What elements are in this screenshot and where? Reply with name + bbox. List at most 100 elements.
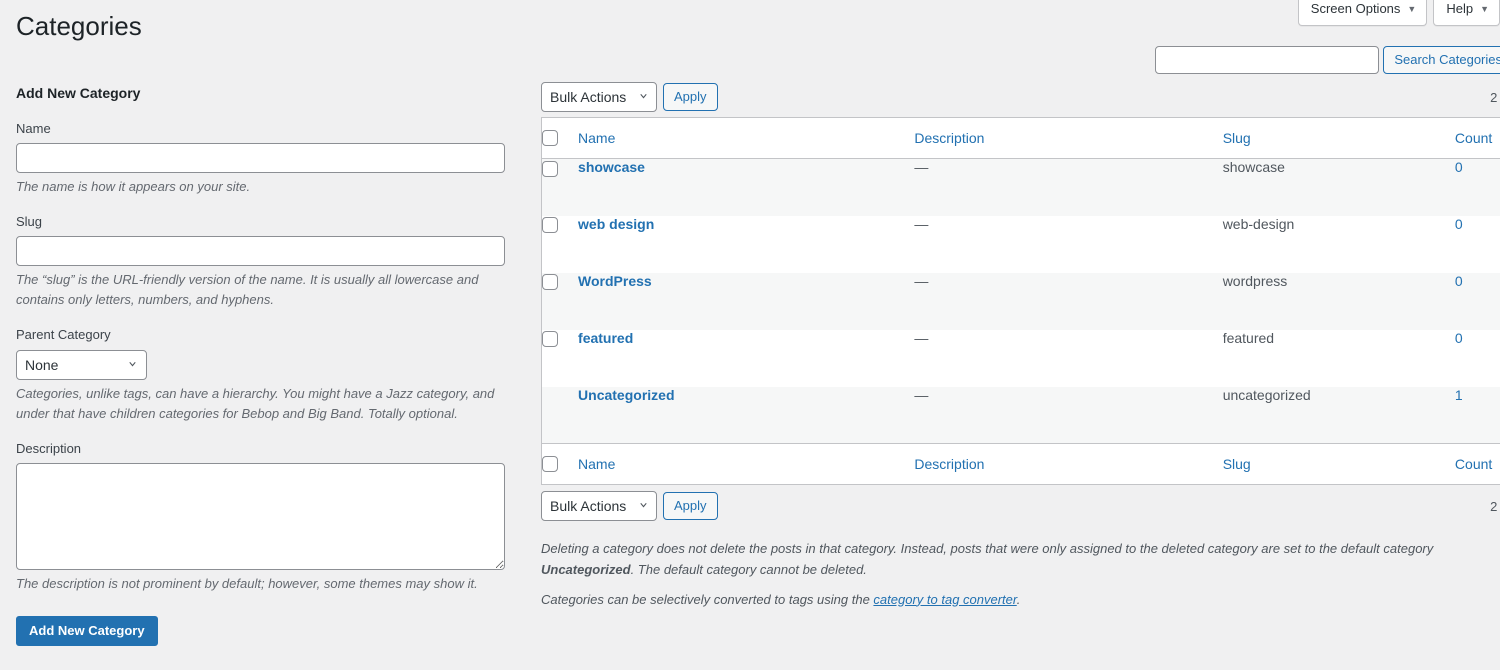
description-value: — <box>914 273 928 289</box>
category-name-link[interactable]: Uncategorized <box>578 387 674 403</box>
description-hint: The description is not prominent by defa… <box>16 574 505 594</box>
parent-category-select-wrap: None <box>16 350 147 380</box>
row-select-cell <box>542 387 579 444</box>
cell-count: 0 <box>1455 159 1500 216</box>
cell-description: — <box>914 273 1222 330</box>
column-footer-slug[interactable]: Slug <box>1223 444 1455 485</box>
cell-description: — <box>914 159 1222 216</box>
select-all-header[interactable] <box>542 118 579 159</box>
table-foot: Name Description Slug Count <box>542 444 1500 485</box>
row-checkbox[interactable] <box>542 161 558 177</box>
column-header-slug[interactable]: Slug <box>1223 118 1455 159</box>
help-button[interactable]: Help ▼ <box>1433 0 1500 26</box>
cell-name: web design <box>578 216 914 273</box>
table-row: showcase—showcase0 <box>542 159 1500 216</box>
category-to-tag-converter-link[interactable]: category to tag converter <box>873 592 1016 607</box>
description-value: — <box>914 330 928 346</box>
categories-table: Name Description Slug Count showcase — sho… <box>541 117 1500 485</box>
apply-button-bottom[interactable]: Apply <box>663 492 718 520</box>
table-row: Uncategorized —uncategorized1 <box>542 387 1500 444</box>
row-checkbox[interactable] <box>542 217 558 233</box>
cell-description: — <box>914 216 1222 273</box>
items-count-bottom: 2 items <box>1490 499 1500 514</box>
name-label: Name <box>16 120 505 138</box>
description-value: — <box>914 216 928 232</box>
cell-description: — <box>914 330 1222 387</box>
bulk-actions-select-wrap-bottom: Bulk Actions <box>541 491 657 521</box>
table-row: featured—featured0 <box>542 330 1500 387</box>
items-count-top: 2 items <box>1490 90 1500 105</box>
note-deleting-part1: Deleting a category does not delete the … <box>541 541 1433 556</box>
bulk-actions-select-top[interactable]: Bulk Actions <box>541 82 657 112</box>
screen-options-label: Screen Options <box>1311 0 1401 18</box>
apply-button-top[interactable]: Apply <box>663 83 718 111</box>
column-footer-name[interactable]: Name <box>578 444 914 485</box>
cell-count: 0 <box>1455 216 1500 273</box>
column-header-name[interactable]: Name <box>578 118 914 159</box>
category-name-link[interactable]: web design <box>578 216 654 232</box>
table-footer-row: Name Description Slug Count <box>542 444 1500 485</box>
row-select-cell[interactable] <box>542 216 579 273</box>
row-select-cell[interactable] <box>542 330 579 387</box>
parent-category-label: Parent Category <box>16 326 505 344</box>
cell-description: — <box>914 387 1222 444</box>
column-footer-count[interactable]: Count <box>1455 444 1500 485</box>
select-all-footer[interactable] <box>542 444 579 485</box>
select-all-checkbox-footer[interactable] <box>542 456 558 472</box>
search-box: Search Categories <box>1155 46 1500 74</box>
tablenav-top: Bulk Actions Apply 2 items <box>541 82 1500 112</box>
parent-category-hint: Categories, unlike tags, can have a hier… <box>16 384 505 424</box>
field-name: Name The name is how it appears on your … <box>16 120 505 197</box>
chevron-down-icon: ▼ <box>1407 5 1416 14</box>
note-deleting-part2: . The default category cannot be deleted… <box>631 562 867 577</box>
category-name-link[interactable]: featured <box>578 330 633 346</box>
column-header-count[interactable]: Count <box>1455 118 1500 159</box>
row-select-cell[interactable] <box>542 273 579 330</box>
name-input[interactable] <box>16 143 505 173</box>
field-slug: Slug The “slug” is the URL-friendly vers… <box>16 213 505 310</box>
form-heading: Add New Category <box>16 84 505 104</box>
category-name-link[interactable]: WordPress <box>578 273 652 289</box>
note-converter-part2: . <box>1017 592 1021 607</box>
parent-category-select[interactable]: None <box>16 350 147 380</box>
table-notes: Deleting a category does not delete the … <box>541 539 1500 610</box>
cell-count: 0 <box>1455 273 1500 330</box>
bulk-actions-group-top: Bulk Actions Apply <box>541 82 718 112</box>
row-select-cell[interactable] <box>542 159 579 216</box>
search-categories-button[interactable]: Search Categories <box>1383 46 1500 74</box>
bulk-actions-select-bottom[interactable]: Bulk Actions <box>541 491 657 521</box>
slug-input[interactable] <box>16 236 505 266</box>
category-name-link[interactable]: showcase <box>578 159 645 175</box>
cell-count: 1 <box>1455 387 1500 444</box>
name-hint: The name is how it appears on your site. <box>16 177 505 197</box>
row-checkbox[interactable] <box>542 331 558 347</box>
cell-slug: uncategorized <box>1223 387 1455 444</box>
table-head: Name Description Slug Count <box>542 118 1500 159</box>
description-value: — <box>914 159 928 175</box>
field-parent-category: Parent Category None Categories, unlike … <box>16 326 505 423</box>
cell-name: showcase <box>578 159 914 216</box>
count-link[interactable]: 1 <box>1455 387 1463 403</box>
slug-label: Slug <box>16 213 505 231</box>
add-new-category-submit-button[interactable]: Add New Category <box>16 616 158 646</box>
count-link[interactable]: 0 <box>1455 216 1463 232</box>
count-link[interactable]: 0 <box>1455 273 1463 289</box>
bulk-actions-group-bottom: Bulk Actions Apply <box>541 491 718 521</box>
count-link[interactable]: 0 <box>1455 330 1463 346</box>
help-label: Help <box>1446 0 1473 18</box>
screen-options-button[interactable]: Screen Options ▼ <box>1298 0 1428 26</box>
bulk-actions-select-wrap-top: Bulk Actions <box>541 82 657 112</box>
select-all-checkbox[interactable] <box>542 130 558 146</box>
search-input[interactable] <box>1155 46 1379 74</box>
column-header-description[interactable]: Description <box>914 118 1222 159</box>
description-label: Description <box>16 440 505 458</box>
row-checkbox[interactable] <box>542 274 558 290</box>
cell-count: 0 <box>1455 330 1500 387</box>
note-deleting: Deleting a category does not delete the … <box>541 539 1500 581</box>
count-link[interactable]: 0 <box>1455 159 1463 175</box>
cell-slug: showcase <box>1223 159 1455 216</box>
categories-list-panel: Bulk Actions Apply 2 items Name Descript… <box>541 82 1500 610</box>
table-row: web design—web-design0 <box>542 216 1500 273</box>
description-textarea[interactable] <box>16 463 505 570</box>
column-footer-description[interactable]: Description <box>914 444 1222 485</box>
